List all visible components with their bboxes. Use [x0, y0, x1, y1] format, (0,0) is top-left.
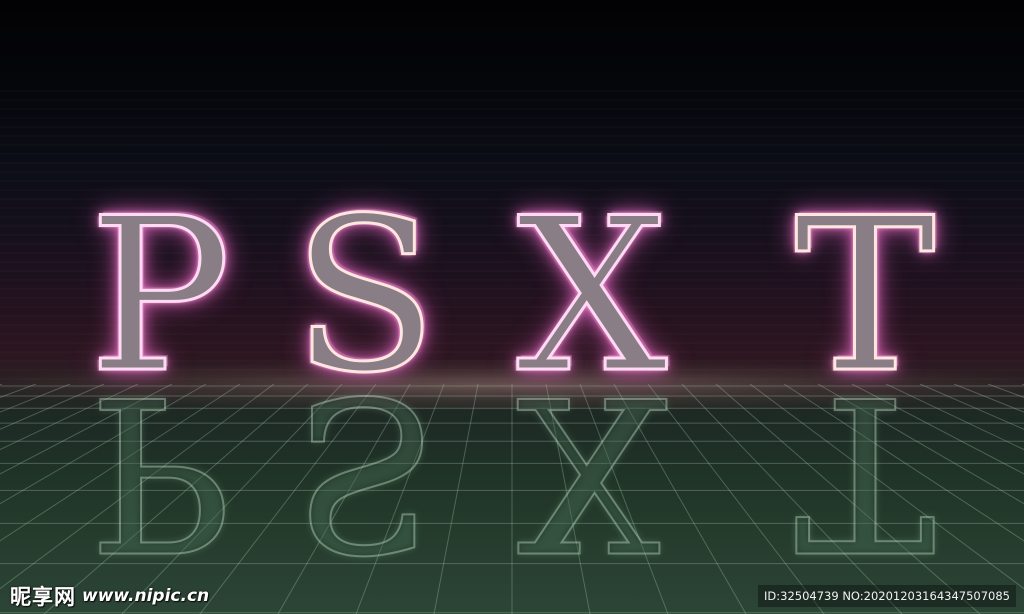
- grid-line-vertical: [0, 384, 3, 386]
- grid-line-vertical: [0, 384, 71, 413]
- letter-p: P: [87, 172, 233, 419]
- scene-canvas: P S X T P S X T 昵享网 www.nipic.cn ID:3250…: [0, 0, 1024, 614]
- grid-line-vertical: [953, 384, 1024, 413]
- letter-s: S: [291, 172, 439, 419]
- watermark-id: ID:32504739 NO:20201203164347507085: [758, 585, 1016, 607]
- watermark-site-name: 昵享网: [10, 585, 76, 609]
- letter-x: X: [515, 172, 669, 419]
- letter-t: T: [793, 172, 937, 419]
- grid-line-vertical: [987, 384, 1024, 398]
- grid-line-vertical: [0, 384, 37, 398]
- watermark-logo: 昵享网 www.nipic.cn: [10, 583, 209, 609]
- watermark-site-url: www.nipic.cn: [82, 586, 210, 606]
